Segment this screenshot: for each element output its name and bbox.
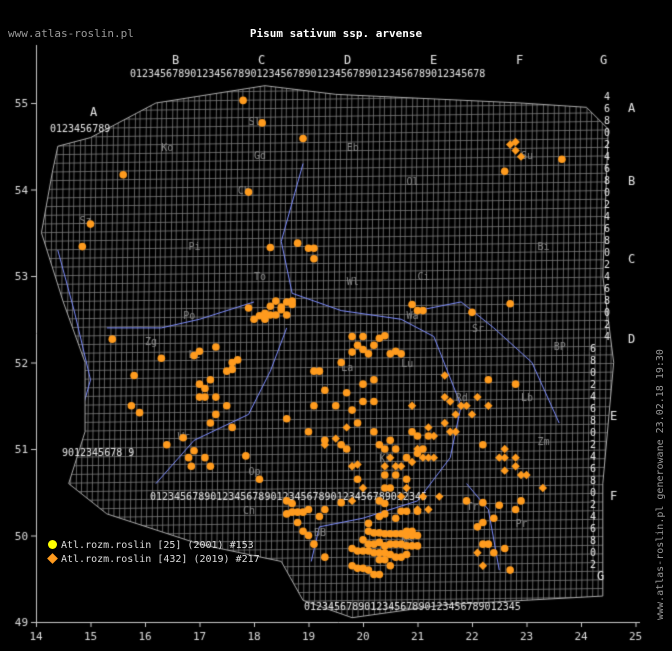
legend-label-2001: Atl.rozm.roslin [25] (2001) #153 bbox=[61, 540, 254, 551]
generated-timestamp: www.atlas-roslin.pl generowane 23.02.18 … bbox=[655, 349, 666, 620]
map-title: Pisum sativum ssp. arvense bbox=[249, 27, 423, 40]
orange-diamond-icon bbox=[47, 553, 58, 564]
legend-item-2001: Atl.rozm.roslin [25] (2001) #153 bbox=[48, 540, 254, 551]
legend-item-2019: Atl.rozm.roslin [432] (2019) #217 bbox=[47, 553, 260, 565]
legend-label-2019: Atl.rozm.roslin [432] (2019) #217 bbox=[61, 554, 260, 565]
yellow-circle-icon bbox=[48, 540, 57, 549]
